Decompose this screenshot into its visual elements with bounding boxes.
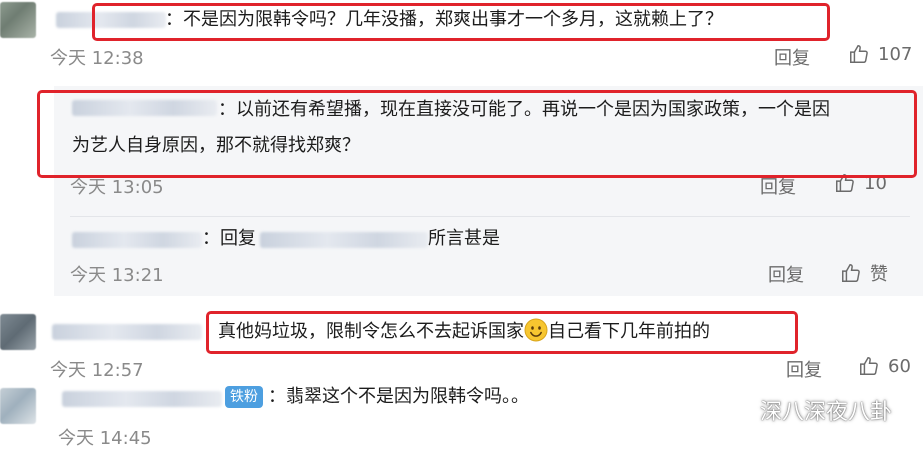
watermark-text: 深八深夜八卦 — [760, 400, 893, 425]
comment-text: ：翡翠这个不是因为限韩令吗。。 — [268, 386, 529, 407]
avatar[interactable] — [0, 2, 36, 38]
username-blurred[interactable] — [62, 391, 222, 407]
like-count: 60 — [888, 355, 911, 377]
reply-button[interactable]: 回复 — [768, 261, 804, 287]
watermark: 深八深夜八卦 — [724, 394, 892, 426]
highlight-box — [206, 311, 798, 354]
avatar[interactable] — [0, 314, 36, 350]
comment-time: 今天 12:38 — [50, 48, 144, 69]
like-label: 赞 — [870, 264, 888, 285]
mentioned-username-blurred[interactable] — [260, 232, 428, 248]
like-button[interactable]: 60 — [858, 355, 911, 377]
wechat-icon — [724, 397, 754, 422]
username-blurred[interactable] — [72, 232, 202, 248]
like-count: 107 — [878, 43, 913, 65]
thumb-up-icon — [860, 357, 878, 375]
reply-prefix: ：回复 — [202, 228, 256, 249]
thumb-up-icon — [850, 45, 868, 63]
highlight-box — [37, 90, 917, 178]
like-button[interactable]: 107 — [848, 43, 912, 65]
fan-badge: 铁粉 — [225, 386, 263, 408]
comment-time: 今天 14:45 — [58, 428, 152, 449]
reply-button[interactable]: 回复 — [774, 44, 810, 70]
highlight-box — [92, 3, 830, 41]
like-button[interactable]: 赞 — [840, 260, 888, 286]
comment-text: 所言甚是 — [428, 228, 500, 249]
comment-time: 今天 12:57 — [50, 360, 144, 381]
thumb-up-icon — [842, 264, 860, 282]
avatar[interactable] — [0, 388, 36, 424]
reply-button[interactable]: 回复 — [786, 356, 822, 382]
comment-time: 今天 13:21 — [70, 265, 164, 286]
sub-reply-divider — [70, 216, 910, 217]
username-blurred[interactable] — [52, 324, 202, 340]
